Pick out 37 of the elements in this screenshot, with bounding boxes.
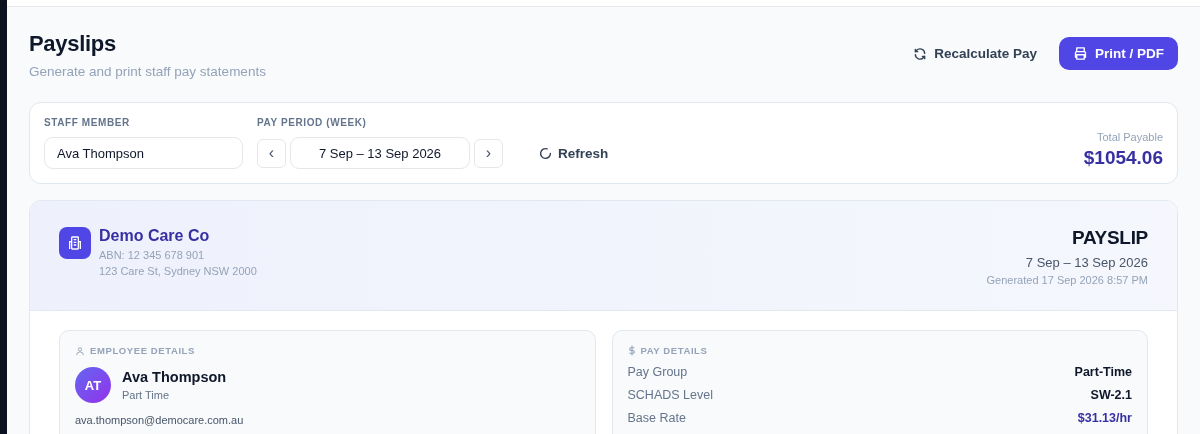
field-label: STAFF MEMBER	[44, 117, 131, 128]
previous-button[interactable]: ‹	[257, 138, 286, 168]
generated-date: Generated 17 Sep 2026 8:57 PM	[986, 274, 1148, 286]
dollar-icon	[627, 345, 636, 356]
avatar: AT	[75, 367, 111, 403]
detail-label: Pay Group	[627, 365, 688, 379]
pay-period: 7 Sep – 13 Sep 2026	[1024, 255, 1148, 270]
employment-type: Part Time	[122, 389, 171, 401]
section-heading: PAY DETAILS	[640, 345, 708, 356]
building-icon	[59, 227, 91, 259]
total-amount: $1054.06	[1083, 147, 1163, 169]
refresh-button[interactable]: Refresh	[531, 137, 617, 169]
staff-select[interactable]: Ava Thompson	[44, 137, 243, 169]
employee-name: Ava Thompson	[122, 369, 227, 385]
detail-label: SCHADS Level	[627, 388, 713, 402]
recalculate-button[interactable]: Recalculate Pay	[911, 38, 1039, 69]
page-title: Payslips	[29, 31, 117, 57]
period-field[interactable]: 7 Sep – 13 Sep 2026	[290, 137, 470, 169]
company-name: Demo Care Co	[99, 227, 211, 245]
document-title: PAYSLIP	[1070, 227, 1148, 249]
page-subtitle: Generate and print staff pay statements	[29, 64, 266, 79]
printer-icon	[1073, 46, 1088, 61]
field-label: PAY PERIOD (WEEK)	[257, 117, 368, 128]
employee-email: ava.thompson@democare.com.au	[75, 414, 245, 426]
detail-label: Base Rate	[627, 411, 686, 425]
next-button[interactable]: ›	[474, 138, 503, 168]
print-button[interactable]: Print / PDF	[1059, 37, 1178, 70]
detail-value: Part-Time	[1074, 365, 1132, 379]
detail-value: SW-2.1	[1090, 388, 1132, 402]
section-heading: EMPLOYEE DETAILS	[90, 345, 195, 356]
spinner-icon	[539, 146, 552, 160]
person-icon	[75, 345, 85, 356]
company-abn: ABN: 12 345 678 901	[99, 249, 206, 261]
total-label: Total Payable	[1095, 131, 1163, 143]
detail-value: $31.13/hr	[1077, 411, 1132, 425]
company-address: 123 Care St, Sydney NSW 2000	[99, 265, 257, 277]
refresh-icon	[913, 46, 928, 61]
